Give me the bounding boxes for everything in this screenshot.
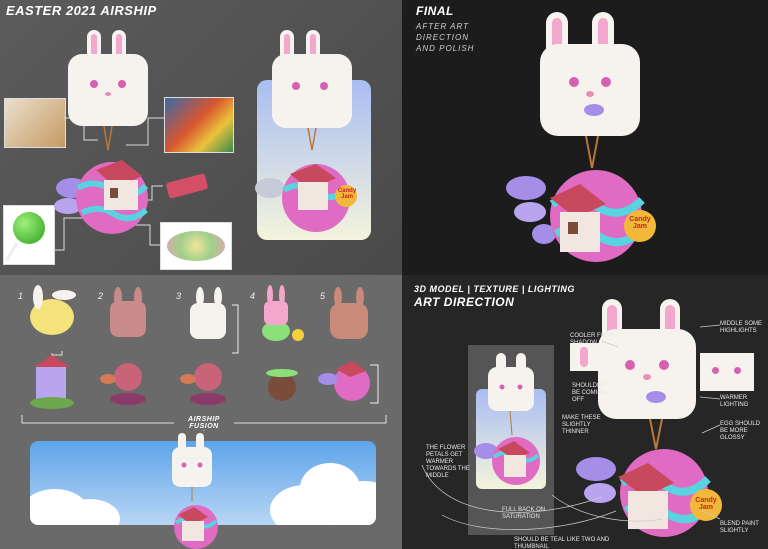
final-subtitle-line-1: AFTER ART — [416, 22, 470, 31]
callout-lines — [421, 324, 721, 530]
note-saturation: FULL BACK ON SATURATION — [502, 507, 546, 520]
banner-airship — [172, 433, 218, 549]
art-direction-panel: 3D MODEL | TEXTURE | LIGHTING ART DIRECT… — [402, 275, 768, 549]
concept-airship-sketch — [42, 28, 162, 238]
final-panel: FINAL AFTER ART DIRECTION AND POLISH Can… — [402, 0, 768, 275]
note-warmer-lighting: WARMER LIGHTING — [720, 395, 749, 408]
note-blend-paint: BLEND PAINT SLIGHTLY — [720, 521, 759, 534]
note-make-thinner: MAKE THESE SLIGHTLY THINNER — [562, 415, 601, 435]
note-teal: SHOULD BE TEAL LIKE TWO AND THUMBNAIL — [514, 537, 610, 549]
final-candy-jam-logo: Candy Jam — [629, 216, 651, 230]
iterations-caption: AIRSHIP FUSION — [174, 416, 234, 430]
final-title: FINAL — [416, 4, 454, 18]
final-subtitle-line-3: AND POLISH — [416, 44, 475, 53]
note-cooler-foam-shadow: COOLER FOAM SHADOW — [570, 333, 615, 346]
iterations-panel: 1 2 3 4 5 AIRSHIP FUSION — [0, 275, 402, 549]
concept-airship-color: Candy Jam — [250, 28, 370, 238]
note-shouldnt-come-off: SHOULDN'T BE COMING OFF — [572, 383, 607, 403]
note-flower-petals: THE FLOWER PETALS GET WARMER TOWARDS THE… — [426, 445, 470, 479]
candy-jam-logo: Candy Jam — [337, 188, 357, 200]
final-airship-render: Candy Jam — [502, 8, 682, 268]
note-highlights: MIDDLE SOME HIGHLIGHTS — [720, 321, 763, 334]
note-glossy-egg: EGG SHOULD BE MORE GLOSSY — [720, 421, 761, 441]
concept-panel: EASTER 2021 AIRSHIP Candy Jam — [0, 0, 402, 275]
final-subtitle-line-2: DIRECTION — [416, 33, 469, 42]
